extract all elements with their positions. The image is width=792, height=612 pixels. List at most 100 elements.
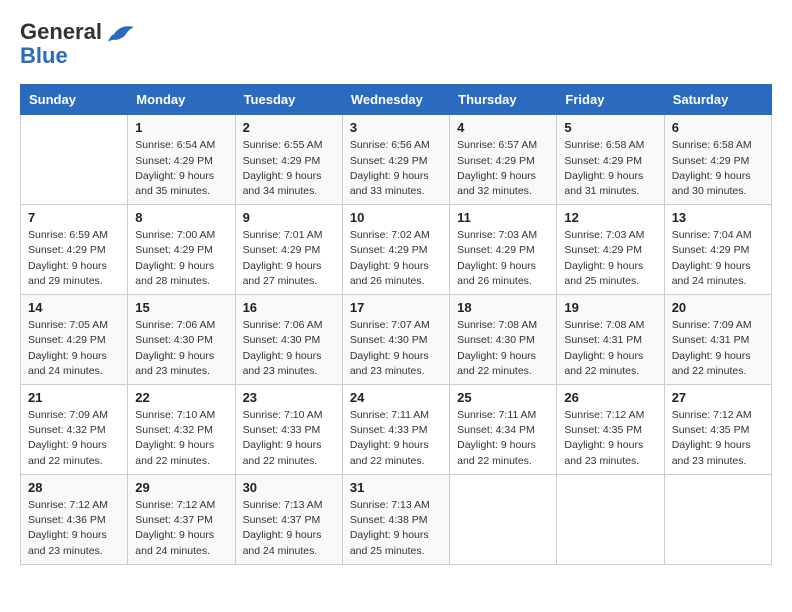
day-number: 26 xyxy=(564,390,656,405)
calendar-cell: 11 Sunrise: 7:03 AMSunset: 4:29 PMDayligh… xyxy=(450,205,557,295)
calendar-week-row: 1Sunrise: 6:54 AMSunset: 4:29 PMDaylight… xyxy=(21,115,772,205)
day-number: 3 xyxy=(350,120,442,135)
column-header-sunday: Sunday xyxy=(21,85,128,115)
day-info: Sunrise: 7:06 AMSunset: 4:30 PMDaylight:… xyxy=(243,318,335,379)
calendar-cell: 7 Sunrise: 6:59 AMSunset: 4:29 PMDaylight… xyxy=(21,205,128,295)
day-number: 12 xyxy=(564,210,656,225)
day-info: Sunrise: 7:01 AMSunset: 4:29 PMDaylight:… xyxy=(243,228,335,289)
day-number: 9 xyxy=(243,210,335,225)
day-info: Sunrise: 6:54 AMSunset: 4:29 PMDaylight:… xyxy=(135,138,227,199)
day-info: Sunrise: 7:13 AMSunset: 4:38 PMDaylight:… xyxy=(350,498,442,559)
day-info: Sunrise: 7:05 AMSunset: 4:29 PMDaylight:… xyxy=(28,318,120,379)
calendar-cell: 16 Sunrise: 7:06 AMSunset: 4:30 PMDayligh… xyxy=(235,295,342,385)
day-info: Sunrise: 7:02 AMSunset: 4:29 PMDaylight:… xyxy=(350,228,442,289)
day-number: 24 xyxy=(350,390,442,405)
day-info: Sunrise: 7:03 AMSunset: 4:29 PMDaylight:… xyxy=(457,228,549,289)
day-info: Sunrise: 7:12 AMSunset: 4:37 PMDaylight:… xyxy=(135,498,227,559)
day-info: Sunrise: 7:12 AMSunset: 4:36 PMDaylight:… xyxy=(28,498,120,559)
calendar-header-row: SundayMondayTuesdayWednesdayThursdayFrid… xyxy=(21,85,772,115)
calendar-cell xyxy=(664,474,771,564)
calendar-cell: 19 Sunrise: 7:08 AMSunset: 4:31 PMDayligh… xyxy=(557,295,664,385)
calendar-cell xyxy=(450,474,557,564)
calendar-cell: 22Sunrise: 7:10 AMSunset: 4:32 PMDayligh… xyxy=(128,385,235,475)
day-info: Sunrise: 6:57 AMSunset: 4:29 PMDaylight:… xyxy=(457,138,549,199)
day-info: Sunrise: 7:06 AMSunset: 4:30 PMDaylight:… xyxy=(135,318,227,379)
calendar-cell: 28 Sunrise: 7:12 AMSunset: 4:36 PMDayligh… xyxy=(21,474,128,564)
day-number: 20 xyxy=(672,300,764,315)
day-number: 14 xyxy=(28,300,120,315)
calendar-cell: 26 Sunrise: 7:12 AMSunset: 4:35 PMDayligh… xyxy=(557,385,664,475)
day-info: Sunrise: 7:10 AMSunset: 4:33 PMDaylight:… xyxy=(243,408,335,469)
day-info: Sunrise: 6:59 AMSunset: 4:29 PMDaylight:… xyxy=(28,228,120,289)
day-number: 21 xyxy=(28,390,120,405)
column-header-saturday: Saturday xyxy=(664,85,771,115)
day-info: Sunrise: 7:11 AMSunset: 4:33 PMDaylight:… xyxy=(350,408,442,469)
day-number: 2 xyxy=(243,120,335,135)
day-number: 27 xyxy=(672,390,764,405)
calendar-cell: 12 Sunrise: 7:03 AMSunset: 4:29 PMDayligh… xyxy=(557,205,664,295)
day-number: 22 xyxy=(135,390,227,405)
calendar-cell: 6 Sunrise: 6:58 AMSunset: 4:29 PMDaylight… xyxy=(664,115,771,205)
calendar-cell: 25 Sunrise: 7:11 AMSunset: 4:34 PMDayligh… xyxy=(450,385,557,475)
day-number: 25 xyxy=(457,390,549,405)
day-info: Sunrise: 6:58 AMSunset: 4:29 PMDaylight:… xyxy=(672,138,764,199)
day-number: 15 xyxy=(135,300,227,315)
column-header-thursday: Thursday xyxy=(450,85,557,115)
calendar-cell: 31 Sunrise: 7:13 AMSunset: 4:38 PMDayligh… xyxy=(342,474,449,564)
day-number: 7 xyxy=(28,210,120,225)
day-info: Sunrise: 7:09 AMSunset: 4:31 PMDaylight:… xyxy=(672,318,764,379)
logo-bird-icon xyxy=(106,22,136,51)
logo-blue: Blue xyxy=(20,43,68,68)
day-info: Sunrise: 7:00 AMSunset: 4:29 PMDaylight:… xyxy=(135,228,227,289)
calendar-cell xyxy=(21,115,128,205)
day-number: 19 xyxy=(564,300,656,315)
day-number: 8 xyxy=(135,210,227,225)
day-number: 10 xyxy=(350,210,442,225)
day-number: 16 xyxy=(243,300,335,315)
day-info: Sunrise: 6:58 AMSunset: 4:29 PMDaylight:… xyxy=(564,138,656,199)
calendar-cell: 10 Sunrise: 7:02 AMSunset: 4:29 PMDayligh… xyxy=(342,205,449,295)
day-info: Sunrise: 7:03 AMSunset: 4:29 PMDaylight:… xyxy=(564,228,656,289)
calendar-cell: 27 Sunrise: 7:12 AMSunset: 4:35 PMDayligh… xyxy=(664,385,771,475)
day-number: 31 xyxy=(350,480,442,495)
day-number: 4 xyxy=(457,120,549,135)
day-number: 6 xyxy=(672,120,764,135)
column-header-wednesday: Wednesday xyxy=(342,85,449,115)
day-number: 28 xyxy=(28,480,120,495)
day-info: Sunrise: 7:12 AMSunset: 4:35 PMDaylight:… xyxy=(672,408,764,469)
day-info: Sunrise: 6:55 AMSunset: 4:29 PMDaylight:… xyxy=(243,138,335,199)
calendar-cell: 23Sunrise: 7:10 AMSunset: 4:33 PMDayligh… xyxy=(235,385,342,475)
calendar-cell xyxy=(557,474,664,564)
column-header-friday: Friday xyxy=(557,85,664,115)
calendar-cell: 21 Sunrise: 7:09 AMSunset: 4:32 PMDayligh… xyxy=(21,385,128,475)
calendar-cell: 8 Sunrise: 7:00 AMSunset: 4:29 PMDaylight… xyxy=(128,205,235,295)
day-number: 11 xyxy=(457,210,549,225)
logo-general: General xyxy=(20,19,102,44)
day-number: 13 xyxy=(672,210,764,225)
calendar-table: SundayMondayTuesdayWednesdayThursdayFrid… xyxy=(20,84,772,564)
calendar-week-row: 28 Sunrise: 7:12 AMSunset: 4:36 PMDayligh… xyxy=(21,474,772,564)
day-info: Sunrise: 7:08 AMSunset: 4:31 PMDaylight:… xyxy=(564,318,656,379)
calendar-cell: 30 Sunrise: 7:13 AMSunset: 4:37 PMDayligh… xyxy=(235,474,342,564)
day-info: Sunrise: 7:13 AMSunset: 4:37 PMDaylight:… xyxy=(243,498,335,559)
day-info: Sunrise: 7:07 AMSunset: 4:30 PMDaylight:… xyxy=(350,318,442,379)
day-info: Sunrise: 7:12 AMSunset: 4:35 PMDaylight:… xyxy=(564,408,656,469)
calendar-cell: 9 Sunrise: 7:01 AMSunset: 4:29 PMDaylight… xyxy=(235,205,342,295)
calendar-cell: 24 Sunrise: 7:11 AMSunset: 4:33 PMDayligh… xyxy=(342,385,449,475)
calendar-week-row: 7 Sunrise: 6:59 AMSunset: 4:29 PMDaylight… xyxy=(21,205,772,295)
calendar-cell: 1Sunrise: 6:54 AMSunset: 4:29 PMDaylight… xyxy=(128,115,235,205)
day-number: 5 xyxy=(564,120,656,135)
calendar-cell: 3Sunrise: 6:56 AMSunset: 4:29 PMDaylight… xyxy=(342,115,449,205)
page-header: General Blue xyxy=(20,20,772,68)
day-number: 29 xyxy=(135,480,227,495)
day-number: 18 xyxy=(457,300,549,315)
day-info: Sunrise: 7:08 AMSunset: 4:30 PMDaylight:… xyxy=(457,318,549,379)
day-number: 30 xyxy=(243,480,335,495)
logo: General Blue xyxy=(20,20,136,68)
day-info: Sunrise: 7:11 AMSunset: 4:34 PMDaylight:… xyxy=(457,408,549,469)
day-info: Sunrise: 7:09 AMSunset: 4:32 PMDaylight:… xyxy=(28,408,120,469)
calendar-cell: 4 Sunrise: 6:57 AMSunset: 4:29 PMDaylight… xyxy=(450,115,557,205)
calendar-cell: 14 Sunrise: 7:05 AMSunset: 4:29 PMDayligh… xyxy=(21,295,128,385)
calendar-cell: 18 Sunrise: 7:08 AMSunset: 4:30 PMDayligh… xyxy=(450,295,557,385)
calendar-cell: 13Sunrise: 7:04 AMSunset: 4:29 PMDayligh… xyxy=(664,205,771,295)
